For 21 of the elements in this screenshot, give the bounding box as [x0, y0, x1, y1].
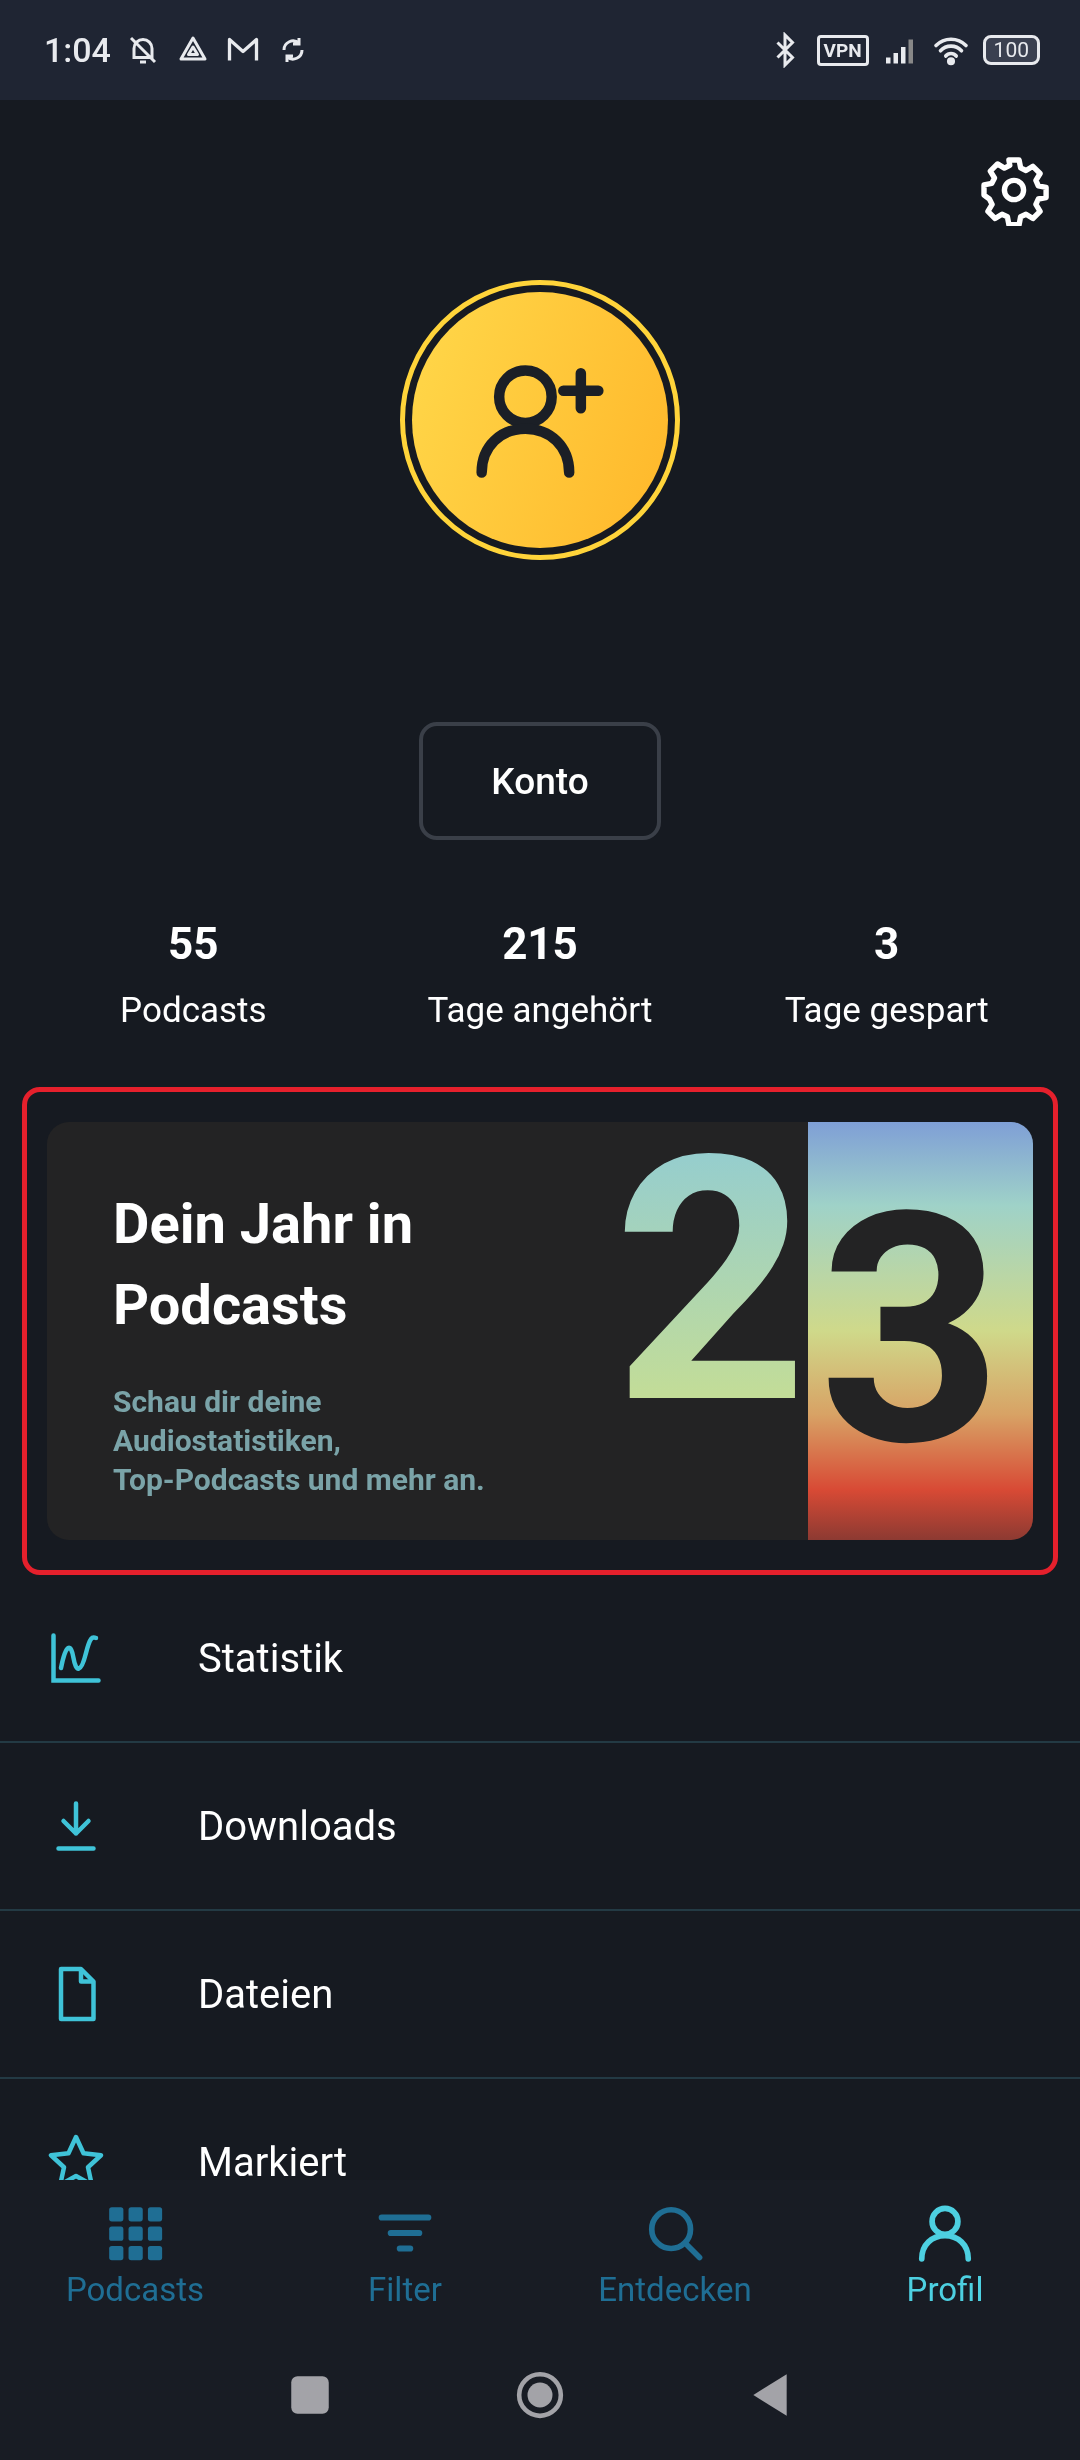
stat-value: 55 — [168, 918, 219, 970]
stat-label: Tage gespart — [784, 990, 989, 1031]
year-in-review-card[interactable]: Dein Jahr in Podcasts Schau dir deine Audiostatistiken, Top-Podcasts und mehr an. 23 — [47, 1122, 1033, 1540]
menu-item[interactable]: Downloads — [0, 1743, 1080, 1911]
year-digit: 3 — [818, 1147, 1003, 1515]
stat-value: 215 — [502, 918, 578, 970]
stat-label: Podcasts — [120, 990, 267, 1031]
card-subtitle: Schau dir deine Audiostatistiken, Top-Podcasts und mehr an. — [113, 1383, 486, 1500]
stat-value: 3 — [874, 918, 900, 970]
status-time: 1:04 — [44, 30, 111, 70]
menu-item[interactable]: Dateien — [0, 1911, 1080, 2079]
account-button[interactable]: Konto — [419, 722, 661, 840]
stat-label: Tage angehört — [427, 990, 653, 1031]
card-title: Dein Jahr in Podcasts — [113, 1190, 414, 1341]
nav-tab[interactable]: Profil — [810, 2180, 1080, 2330]
settings-icon[interactable] — [978, 154, 1050, 226]
menu-item[interactable]: Statistik — [0, 1575, 1080, 1743]
vpn-badge: VPN — [816, 34, 869, 66]
home-icon[interactable] — [515, 2370, 565, 2420]
battery-indicator: 100 — [982, 35, 1040, 65]
star-icon — [46, 2132, 106, 2180]
